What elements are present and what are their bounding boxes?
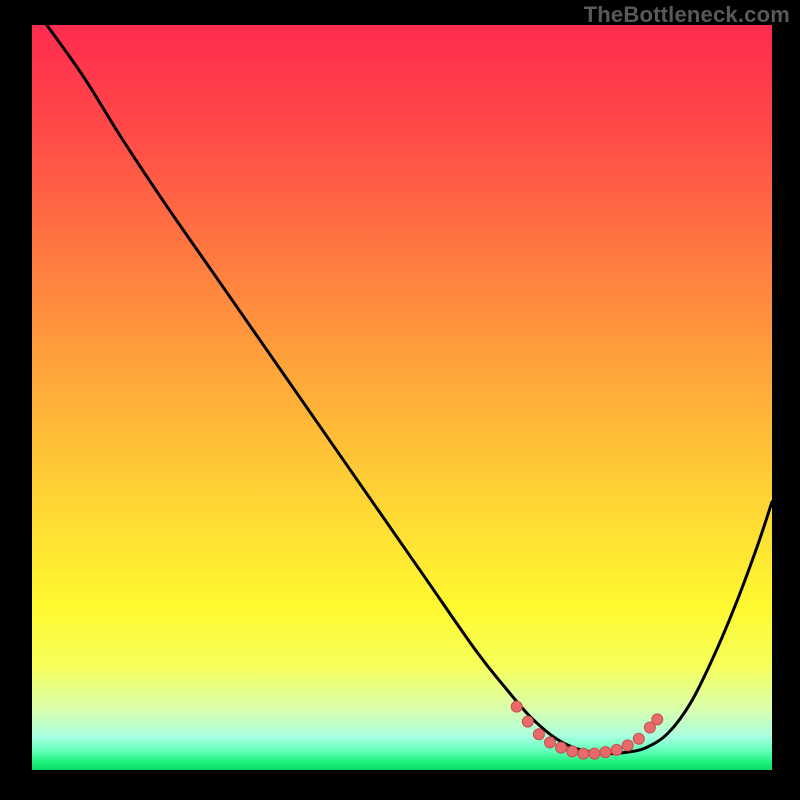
cluster-dot — [556, 742, 567, 753]
plot-area — [32, 25, 772, 770]
cluster-dot — [611, 744, 622, 755]
cluster-dot — [511, 701, 522, 712]
cluster-dot — [589, 748, 600, 759]
cluster-dot — [622, 740, 633, 751]
chart-svg — [32, 25, 772, 770]
watermark-text: TheBottleneck.com — [584, 2, 790, 28]
gradient-background — [32, 25, 772, 770]
cluster-dot — [522, 716, 533, 727]
cluster-dot — [533, 729, 544, 740]
cluster-dot — [633, 733, 644, 744]
chart-frame: TheBottleneck.com — [0, 0, 800, 800]
cluster-dot — [600, 747, 611, 758]
cluster-dot — [545, 737, 556, 748]
cluster-dot — [652, 714, 663, 725]
cluster-dot — [578, 748, 589, 759]
cluster-dot — [567, 746, 578, 757]
